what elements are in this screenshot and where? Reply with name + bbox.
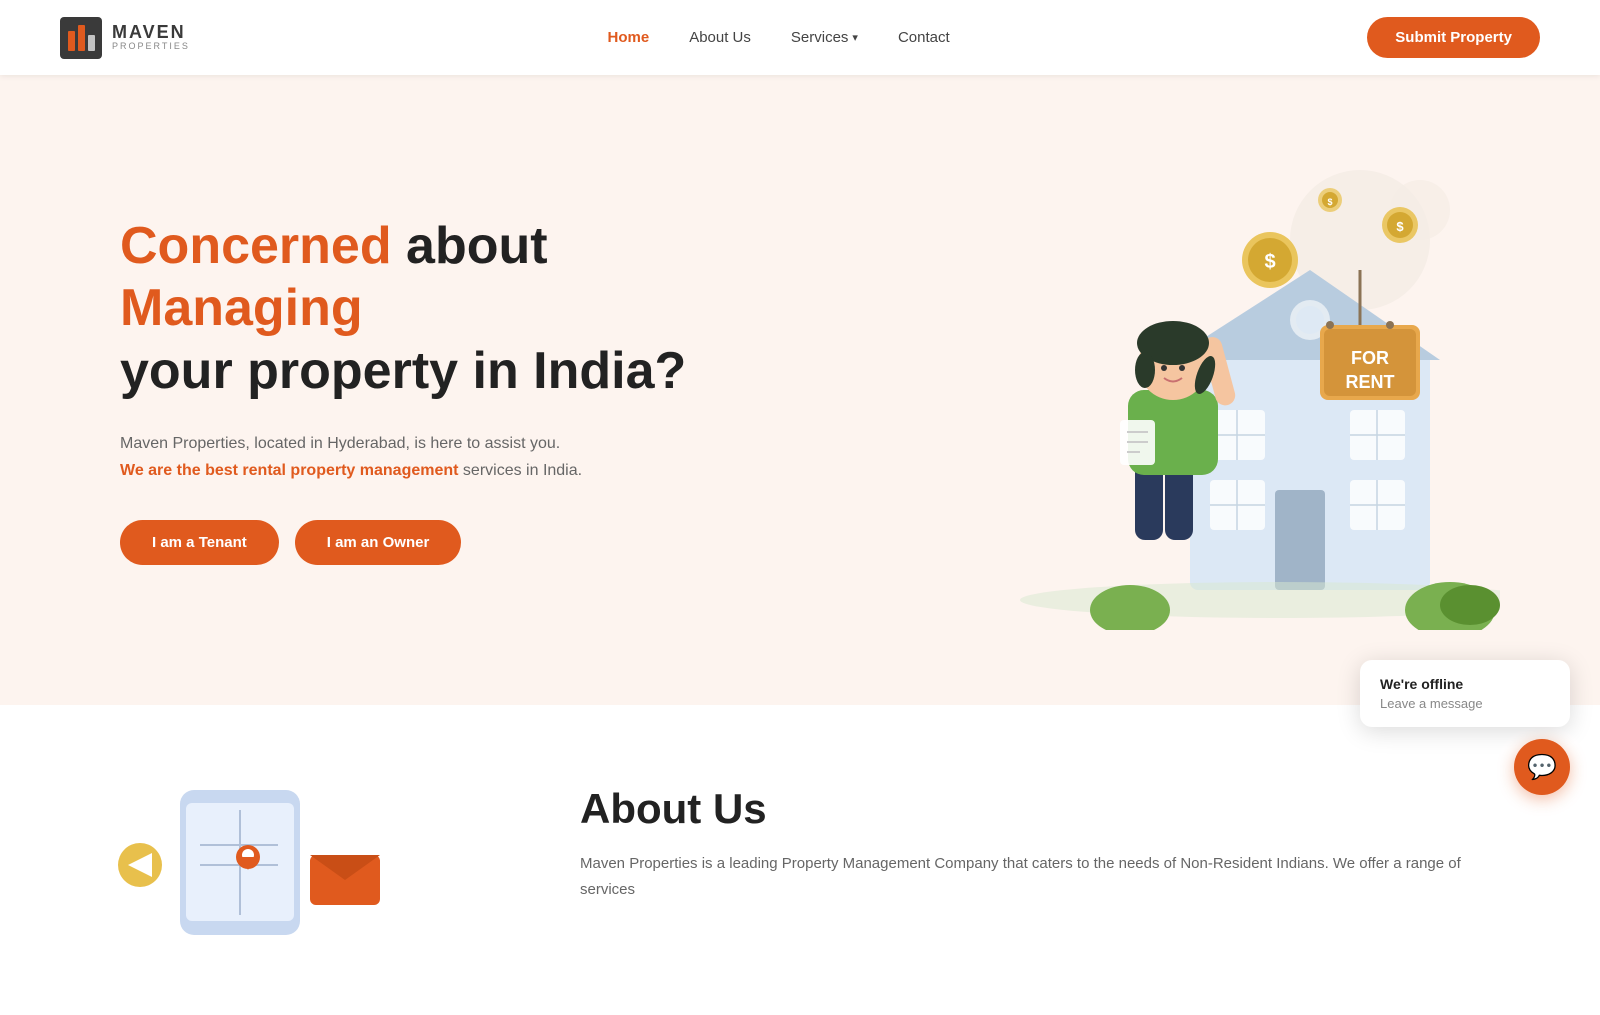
chat-message-label: Leave a message — [1380, 696, 1550, 711]
chat-icon: 💬 — [1527, 753, 1557, 782]
hero-title-line2: your property in India? — [120, 342, 686, 400]
owner-button[interactable]: I am an Owner — [295, 520, 462, 565]
chat-offline-label: We're offline — [1380, 676, 1550, 692]
nav-link-contact[interactable]: Contact — [898, 29, 950, 46]
about-illustration — [100, 785, 500, 935]
nav-link-services[interactable]: Services — [791, 29, 849, 46]
hero-title-about: about — [392, 217, 548, 275]
nav-item-home[interactable]: Home — [608, 29, 650, 47]
navbar: MAVEN PROPERTIES Home About Us Services … — [0, 0, 1600, 75]
hero-title: Concerned about Managing your property i… — [120, 215, 720, 402]
logo-maven: MAVEN — [112, 23, 190, 43]
hero-illustration: FOR RENT $ $ $ — [720, 150, 1500, 630]
chat-popup: We're offline Leave a message — [1360, 660, 1570, 727]
hero-desc-line1: Maven Properties, located in Hyderabad, … — [120, 435, 560, 452]
hero-desc-highlight: We are the best rental property manageme… — [120, 462, 458, 479]
logo-text: MAVEN PROPERTIES — [112, 23, 190, 53]
nav-item-about[interactable]: About Us — [689, 29, 751, 47]
svg-text:$: $ — [1264, 251, 1275, 273]
nav-link-home[interactable]: Home — [608, 29, 650, 46]
chevron-down-icon: ▾ — [852, 31, 858, 44]
logo-properties: PROPERTIES — [112, 42, 190, 52]
logo: MAVEN PROPERTIES — [60, 17, 190, 59]
nav-link-about[interactable]: About Us — [689, 29, 751, 46]
about-content: About Us Maven Properties is a leading P… — [580, 785, 1500, 902]
tenant-button[interactable]: I am a Tenant — [120, 520, 279, 565]
hero-desc-line2: services in India. — [458, 462, 582, 479]
svg-text:RENT: RENT — [1346, 372, 1395, 392]
logo-icon — [60, 17, 102, 59]
chat-button[interactable]: 💬 — [1514, 739, 1570, 795]
about-text: Maven Properties is a leading Property M… — [580, 851, 1500, 902]
hero-illustration-svg: FOR RENT $ $ $ — [980, 150, 1500, 630]
hero-buttons: I am a Tenant I am an Owner — [120, 520, 720, 565]
nav-item-contact[interactable]: Contact — [898, 29, 950, 47]
chat-widget: We're offline Leave a message 💬 — [1360, 660, 1570, 795]
hero-section: Concerned about Managing your property i… — [0, 75, 1600, 705]
submit-property-button[interactable]: Submit Property — [1367, 17, 1540, 58]
hero-description: Maven Properties, located in Hyderabad, … — [120, 430, 720, 484]
nav-item-services[interactable]: Services ▾ — [791, 29, 858, 46]
nav-links: Home About Us Services ▾ Contact — [608, 29, 950, 47]
svg-text:$: $ — [1396, 219, 1404, 234]
hero-title-concerned: Concerned — [120, 217, 392, 275]
hero-content: Concerned about Managing your property i… — [120, 215, 720, 566]
hero-title-managing: Managing — [120, 279, 363, 337]
about-illustration-svg — [100, 785, 460, 935]
svg-text:$: $ — [1327, 197, 1332, 207]
svg-text:FOR: FOR — [1351, 348, 1389, 368]
